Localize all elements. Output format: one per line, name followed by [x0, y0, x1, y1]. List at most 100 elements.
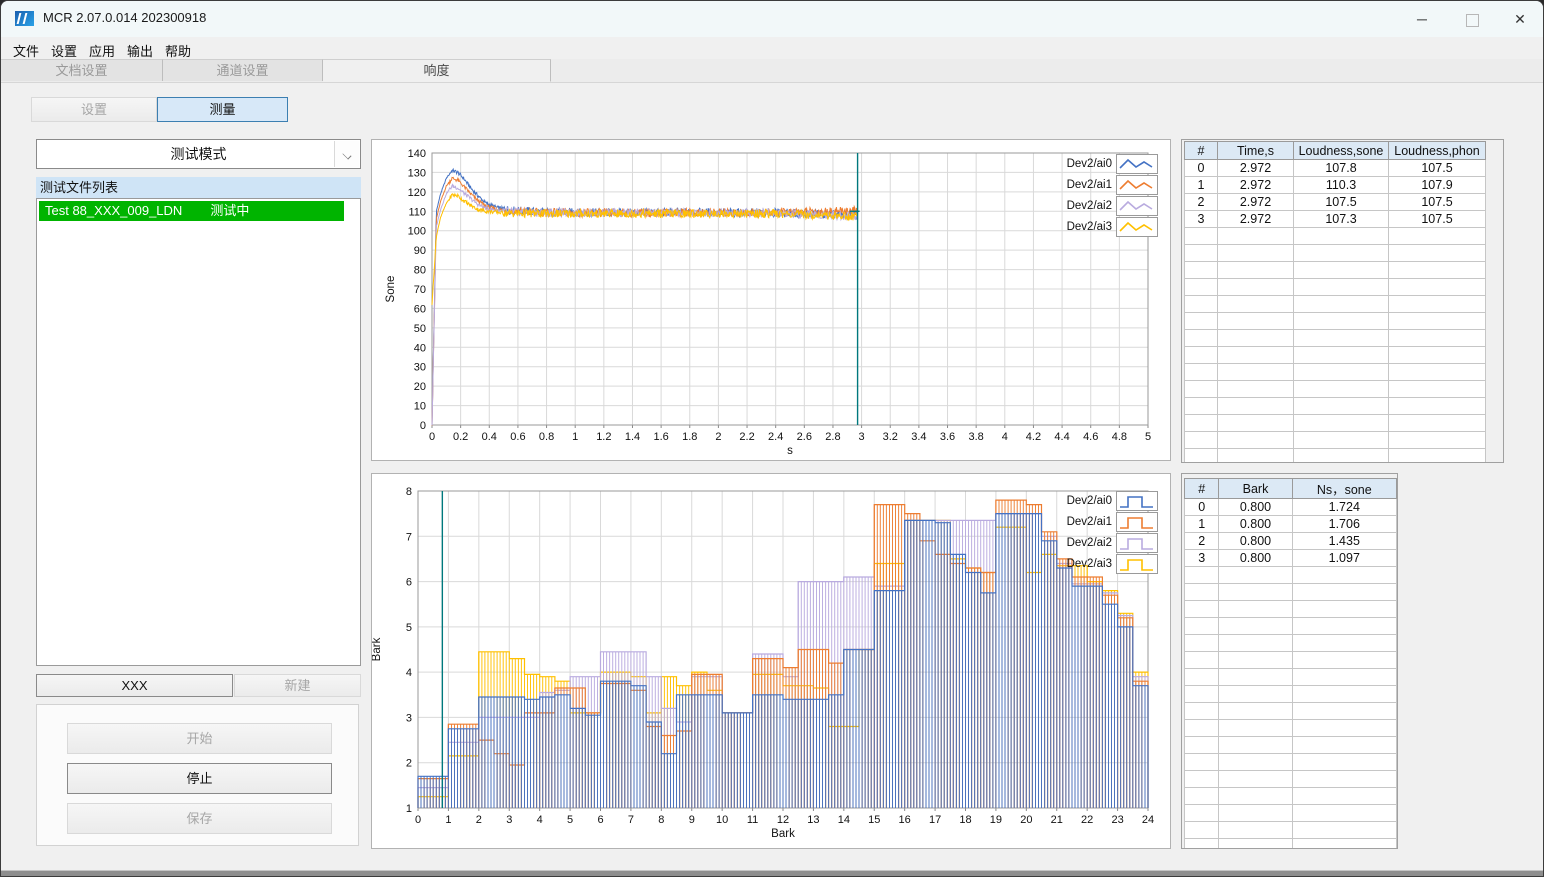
svg-text:5: 5	[406, 622, 412, 634]
table-row-empty	[1184, 363, 1486, 381]
table-cell: 0.800	[1218, 515, 1293, 533]
table-row-empty	[1184, 312, 1486, 330]
svg-text:14: 14	[838, 814, 850, 826]
svg-text:1: 1	[406, 803, 412, 815]
svg-text:130: 130	[408, 167, 426, 179]
table-cell: 2.972	[1217, 176, 1294, 194]
table-cell: 2.972	[1217, 210, 1294, 228]
new-button[interactable]: 新建	[234, 674, 361, 697]
table-row-empty	[1184, 346, 1486, 364]
table-row-empty	[1183, 600, 1397, 618]
table-cell: 110.3	[1293, 176, 1389, 194]
close-button[interactable]: ✕	[1497, 1, 1543, 37]
table-row[interactable]: 0 0.800 1.724	[1183, 498, 1397, 516]
svg-text:8: 8	[406, 486, 412, 498]
svg-text:0: 0	[429, 431, 435, 443]
table-row-empty	[1184, 431, 1486, 449]
table-row-empty	[1183, 685, 1397, 703]
specific-table-panel: # Bark Ns，sone 0 0.800 1.724 1 0.800 1.706 2 0.800…	[1181, 473, 1398, 849]
svg-text:120: 120	[408, 187, 426, 199]
table-row[interactable]: 2 0.800 1.435	[1183, 532, 1397, 550]
specific-loudness-table[interactable]: # Bark Ns，sone 0 0.800 1.724 1 0.800 1.706 2 0.800…	[1183, 478, 1397, 848]
save-button[interactable]: 保存	[67, 803, 332, 834]
svg-text:0.8: 0.8	[539, 431, 554, 443]
step-series-icon	[1116, 532, 1158, 553]
table-cell: 107.3	[1293, 210, 1389, 228]
table-cell: 107.5	[1293, 193, 1389, 211]
table-row-empty	[1183, 702, 1397, 720]
legend-item: Dev2/ai0	[1060, 490, 1158, 511]
legend-item: Dev2/ai2	[1060, 532, 1158, 553]
svg-text:11: 11	[747, 814, 758, 826]
series-Dev2/ai0	[417, 513, 1146, 808]
xxx-button[interactable]: XXX	[36, 674, 233, 697]
tab-channel-settings[interactable]: 通道设置	[163, 59, 323, 81]
legend-label: Dev2/ai0	[1066, 494, 1112, 507]
loudness-table-panel: # Time,s Loudness,sone Loudness,phon 0 2.972 1…	[1181, 139, 1504, 463]
svg-text:15: 15	[868, 814, 880, 826]
svg-text:6: 6	[597, 814, 603, 826]
loudness-time-chart[interactable]: 0 0.2 0.4 0.6 0.8 1 1.2 1.4 1.6 1.8 2 2.2 2.4 2.6 2.8 3…	[371, 139, 1171, 461]
maximize-button[interactable]	[1449, 1, 1495, 37]
svg-text:4: 4	[1002, 431, 1008, 443]
svg-text:2.8: 2.8	[825, 431, 840, 443]
subtab-measure[interactable]: 测量	[157, 97, 288, 122]
control-groupbox: 开始 停止 保存	[36, 704, 359, 846]
svg-text:3: 3	[506, 814, 512, 826]
legend-label: Dev2/ai2	[1066, 199, 1112, 212]
svg-text:3.8: 3.8	[969, 431, 984, 443]
table-row[interactable]: 3 0.800 1.097	[1183, 549, 1397, 567]
table-row-empty	[1184, 380, 1486, 398]
svg-text:90: 90	[414, 245, 426, 257]
table-cell: 107.5	[1388, 159, 1486, 177]
table-row-empty	[1184, 244, 1486, 262]
table-row[interactable]: 1 0.800 1.706	[1183, 515, 1397, 533]
start-button[interactable]: 开始	[67, 723, 332, 754]
table-row-empty	[1184, 414, 1486, 432]
specific-loudness-chart-svg[interactable]: 0 1 2 3 4 5 6 7 8 9 10 11 12 13 14 15 16 17 18 19 20 21 22 23 24…	[371, 474, 1170, 848]
svg-text:10: 10	[716, 814, 728, 826]
stop-button[interactable]: 停止	[67, 763, 332, 794]
table-cell: 0.800	[1218, 549, 1293, 567]
svg-text:s: s	[787, 445, 793, 457]
line-series-icon	[1116, 174, 1158, 195]
line-series-icon	[1116, 216, 1158, 237]
table-row[interactable]: 2 2.972 107.5 107.5	[1184, 193, 1486, 211]
svg-text:3: 3	[859, 431, 865, 443]
table-row-empty	[1183, 651, 1397, 669]
table-cell: 2.972	[1217, 159, 1294, 177]
legend-label: Dev2/ai2	[1066, 536, 1112, 549]
table-row[interactable]: 0 2.972 107.8 107.5	[1184, 159, 1486, 177]
svg-text:4: 4	[537, 814, 543, 826]
svg-text:110: 110	[408, 206, 426, 218]
table-row[interactable]: 1 2.972 110.3 107.9	[1184, 176, 1486, 194]
loudness-table[interactable]: # Time,s Loudness,sone Loudness,phon 0 2.972 1…	[1184, 141, 1486, 462]
svg-text:100: 100	[408, 226, 426, 238]
legend-item: Dev2/ai1	[1060, 174, 1158, 195]
svg-text:0.4: 0.4	[482, 431, 497, 443]
svg-text:1.8: 1.8	[682, 431, 697, 443]
minimize-button[interactable]: ─	[1399, 1, 1445, 37]
svg-text:60: 60	[414, 303, 426, 315]
step-series-icon	[1116, 490, 1158, 511]
test-mode-select[interactable]: 测试模式	[36, 139, 361, 169]
legend-item: Dev2/ai3	[1060, 553, 1158, 574]
svg-text:4.8: 4.8	[1112, 431, 1127, 443]
svg-text:2.4: 2.4	[768, 431, 783, 443]
subtab-settings[interactable]: 设置	[31, 97, 157, 122]
table-cell: 1.097	[1291, 549, 1397, 567]
specific-loudness-chart[interactable]: 0 1 2 3 4 5 6 7 8 9 10 11 12 13 14 15 16 17 18 19 20 21 22 23 24…	[371, 473, 1171, 849]
loudness-time-chart-svg[interactable]: 0 0.2 0.4 0.6 0.8 1 1.2 1.4 1.6 1.8 2 2.2 2.4 2.6 2.8 3…	[372, 140, 1170, 460]
titlebar: MCR 2.07.0.014 202300918 ─ ✕	[1, 1, 1543, 37]
list-item-test-file[interactable]: Test 88_XXX_009_LDN 测试中	[39, 201, 344, 221]
tab-loudness[interactable]: 响度	[323, 59, 551, 82]
table-row[interactable]: 3 2.972 107.3 107.5	[1184, 210, 1486, 228]
svg-text:20: 20	[414, 381, 426, 393]
table-row-empty	[1183, 838, 1397, 848]
svg-text:1.2: 1.2	[596, 431, 611, 443]
svg-text:2.6: 2.6	[797, 431, 812, 443]
table-row-empty	[1183, 770, 1397, 788]
tab-document-settings[interactable]: 文档设置	[1, 59, 163, 81]
table-cell: 1	[1183, 515, 1220, 533]
svg-text:0.6: 0.6	[510, 431, 525, 443]
